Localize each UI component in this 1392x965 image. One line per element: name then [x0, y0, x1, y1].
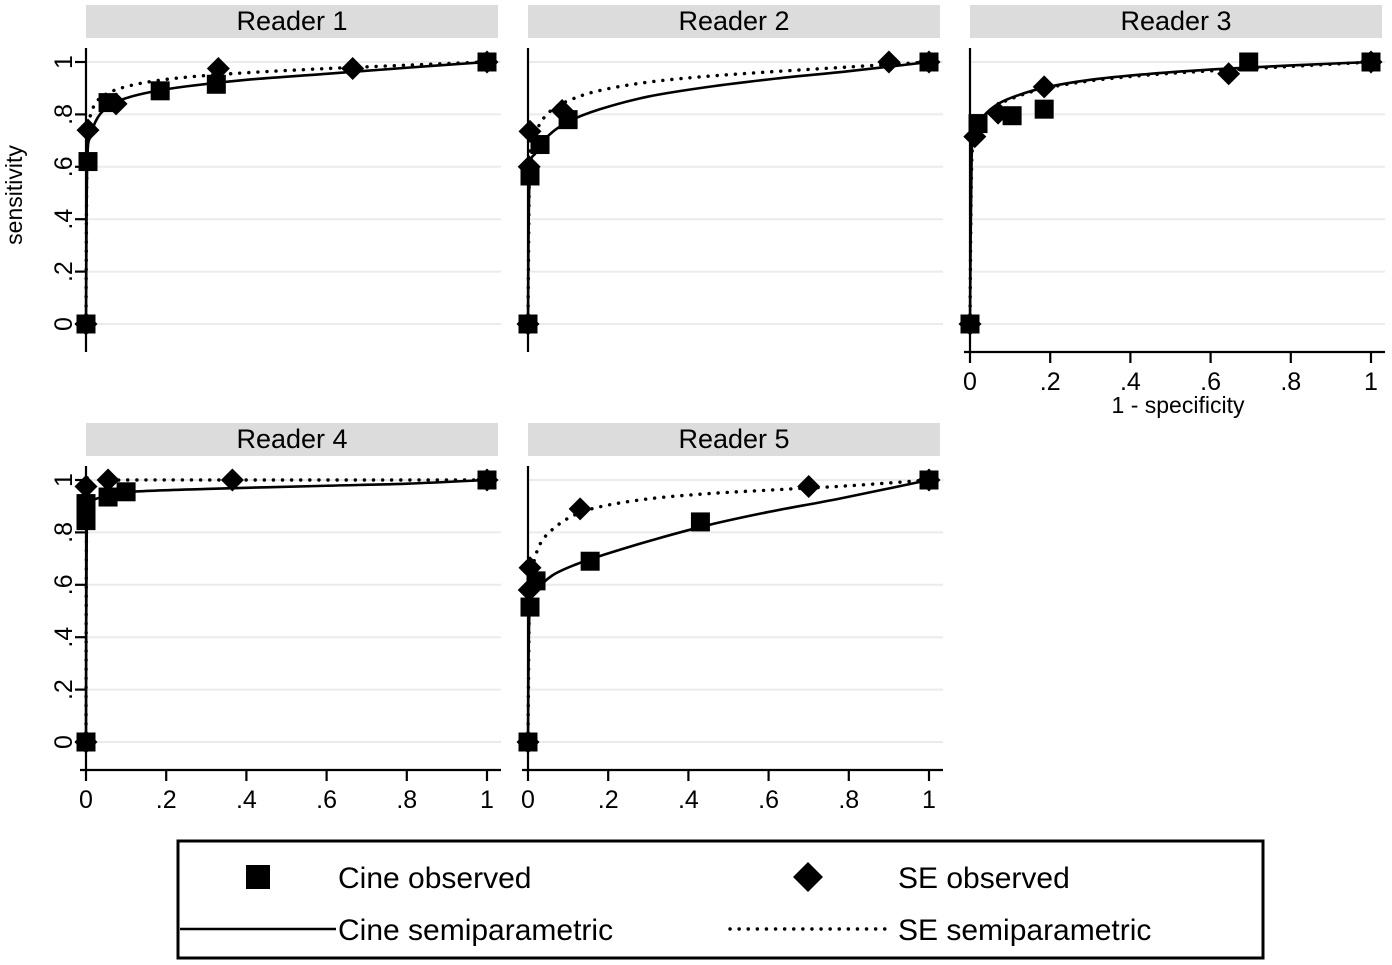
diamond-marker [1032, 75, 1056, 99]
dotted-curve [84, 472, 489, 744]
y-tick-label: .4 [50, 209, 78, 230]
square-marker [116, 482, 136, 502]
x-tick-label: 0 [79, 786, 93, 814]
legend-layer: Cine observed SE observed Cine semiparamet… [176, 839, 1265, 960]
y-tick-label: .8 [50, 104, 78, 125]
square-marker [1034, 99, 1054, 119]
panel-2: Reader 2 [516, 5, 943, 352]
panel-5: Reader 5 0 .2 .4 .6 .8 1 [516, 423, 943, 814]
square-marker [246, 865, 270, 889]
y-tick-label: 0 [50, 317, 78, 331]
y-tick-label: 1 [50, 473, 78, 487]
panel-title: Reader 1 [236, 6, 347, 36]
legend-item-cine-semiparametric: Cine semiparametric [180, 914, 613, 947]
panel-1: Reader 1 0 .2 .4 .6 .8 1 [50, 5, 501, 352]
x-tick-label: .8 [396, 786, 417, 814]
dotted-curve [526, 60, 931, 326]
plot-area [958, 50, 1383, 336]
y-tick-label: 1 [50, 55, 78, 69]
square-marker [150, 81, 170, 101]
panel-title: Reader 2 [678, 6, 789, 36]
panel-4: Reader 4 0 .2 .4 .6 .8 1 0 .2 .4 .6 .8 1 [50, 423, 501, 814]
y-tick-label: .2 [50, 679, 78, 700]
y-tick-label: 0 [50, 735, 78, 749]
panel-title: Reader 5 [678, 424, 789, 454]
roc-figure: Reader 1 0 .2 .4 .6 .8 1 Reader 2 Reader 3 0 .2 .4.… [0, 0, 1392, 965]
diamond-marker [568, 497, 592, 521]
plot-area [516, 50, 941, 336]
x-tick-label: 1 [1364, 368, 1378, 396]
y-tick-label: .8 [50, 522, 78, 543]
y-tick-label: .4 [50, 627, 78, 648]
solid-curve [526, 478, 930, 743]
x-tick-label: .4 [678, 786, 699, 814]
solid-curve [526, 60, 930, 325]
y-tick-label: .2 [50, 261, 78, 282]
x-tick-label: .4 [236, 786, 257, 814]
plot-area [74, 468, 499, 754]
dotted-curve [84, 60, 489, 326]
legend-label: Cine observed [338, 862, 531, 895]
solid-curve [84, 478, 488, 743]
solid-curve [84, 60, 488, 325]
x-tick-label: 0 [963, 368, 977, 396]
x-tick-label: .8 [838, 786, 859, 814]
diamond-marker [797, 475, 821, 499]
panel-3: Reader 30.2.4.6.8 1 [958, 5, 1385, 396]
x-tick-label: .6 [758, 786, 779, 814]
panel-title: Reader 4 [236, 424, 347, 454]
legend-item-se-semiparametric: SE semiparametric [728, 914, 1151, 947]
x-tick-label: 1 [480, 786, 494, 814]
square-marker [690, 512, 710, 532]
diamond-marker [793, 862, 823, 892]
square-marker [78, 152, 98, 172]
y-tick-label: .6 [50, 156, 78, 177]
legend-label: SE observed [898, 862, 1070, 895]
x-tick-label: .2 [156, 786, 177, 814]
square-marker [1239, 52, 1259, 72]
square-marker [580, 551, 600, 571]
solid-curve [968, 60, 1372, 325]
diamond-marker [1217, 62, 1241, 86]
x-axis-title: 1 - specificity [1112, 392, 1245, 418]
diamond-marker [877, 50, 901, 74]
plot-area [516, 468, 941, 754]
y-tick-label: .6 [50, 574, 78, 595]
plot-area [74, 50, 499, 336]
legend-label: SE semiparametric [898, 914, 1151, 947]
square-marker [76, 511, 96, 531]
legend-label: Cine semiparametric [338, 914, 613, 947]
x-tick-label: 0 [521, 786, 535, 814]
dotted-curve [968, 60, 1373, 326]
panel-title: Reader 3 [1120, 6, 1231, 36]
diamond-marker [341, 57, 365, 81]
x-tick-label: .2 [1040, 368, 1061, 396]
legend-item-cine-observed: Cine observed [246, 862, 531, 895]
x-tick-label: .8 [1280, 368, 1301, 396]
y-axis-title: sensitivity [1, 145, 27, 245]
legend-item-se-observed: SE observed [793, 862, 1070, 895]
x-tick-label: .2 [598, 786, 619, 814]
x-tick-label: 1 [922, 786, 936, 814]
roc-multipanel-svg: Reader 1 0 .2 .4 .6 .8 1 Reader 2 Reader 3 0 .2 .4.… [1, 5, 1385, 960]
x-tick-label: .6 [316, 786, 337, 814]
